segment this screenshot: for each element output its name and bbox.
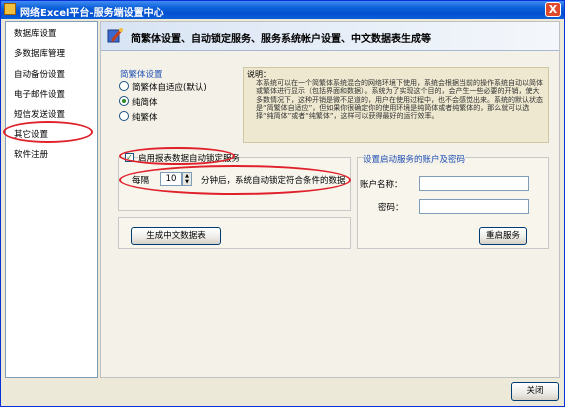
account-name-input[interactable] xyxy=(419,176,529,191)
description-text: 本系统可以在一个简繁体系统混合的网络环境下使用，系统会根据当前的操作系统自动以简… xyxy=(256,79,543,121)
radio-auto-adapt[interactable]: 简繁体自适应(默认) xyxy=(119,81,207,93)
sidebar-item-registration[interactable]: 软件注册 xyxy=(14,148,48,160)
password-label: 密码： xyxy=(378,203,404,213)
window-title: 网络Excel平台-服务端设置中心 xyxy=(20,8,164,19)
sidebar-item-database[interactable]: 数据库设置 xyxy=(14,27,57,39)
sidebar-item-sms[interactable]: 短信发送设置 xyxy=(14,108,65,120)
charset-group-label: 简繁体设置 xyxy=(120,70,163,80)
title-bar: 网络Excel平台-服务端设置中心 X xyxy=(1,1,564,19)
service-account-group-label: 设置启动服务的账户及密码 xyxy=(363,153,466,165)
sidebar-item-email[interactable]: 电子邮件设置 xyxy=(14,88,65,100)
app-window: 网络Excel平台-服务端设置中心 X 数据库设置 多数据库管理 自动备份设置 … xyxy=(0,0,565,407)
radio-icon xyxy=(119,81,129,91)
radio-traditional[interactable]: 纯繁体 xyxy=(119,111,158,123)
annotation-ellipse-sidebar xyxy=(3,121,93,143)
restart-service-button[interactable]: 重启服务 xyxy=(479,227,527,245)
annotation-ellipse-checkbox xyxy=(119,147,235,165)
radio-simplified[interactable]: 纯简体 xyxy=(119,96,158,108)
radio-selected-icon xyxy=(119,96,129,106)
password-input[interactable] xyxy=(419,199,529,214)
account-name-label: 账户名称： xyxy=(360,180,403,190)
close-button[interactable]: 关闭 xyxy=(511,382,559,401)
sidebar-item-auto-backup[interactable]: 自动备份设置 xyxy=(14,68,65,80)
radio-icon xyxy=(119,111,129,121)
app-icon xyxy=(4,3,16,15)
banner: 简繁体设置、自动锁定服务、服务系统帐户设置、中文数据表生成等 xyxy=(101,22,559,51)
generate-chinese-table-button[interactable]: 生成中文数据表 xyxy=(131,227,221,245)
banner-title: 简繁体设置、自动锁定服务、服务系统帐户设置、中文数据表生成等 xyxy=(131,34,431,45)
annotation-ellipse-interval xyxy=(119,165,351,195)
sidebar-item-multi-database[interactable]: 多数据库管理 xyxy=(14,47,65,59)
window-close-button[interactable]: X xyxy=(545,2,561,17)
settings-tools-icon xyxy=(107,28,124,43)
sidebar: 数据库设置 多数据库管理 自动备份设置 电子邮件设置 短信发送设置 其它设置 软… xyxy=(5,21,98,378)
